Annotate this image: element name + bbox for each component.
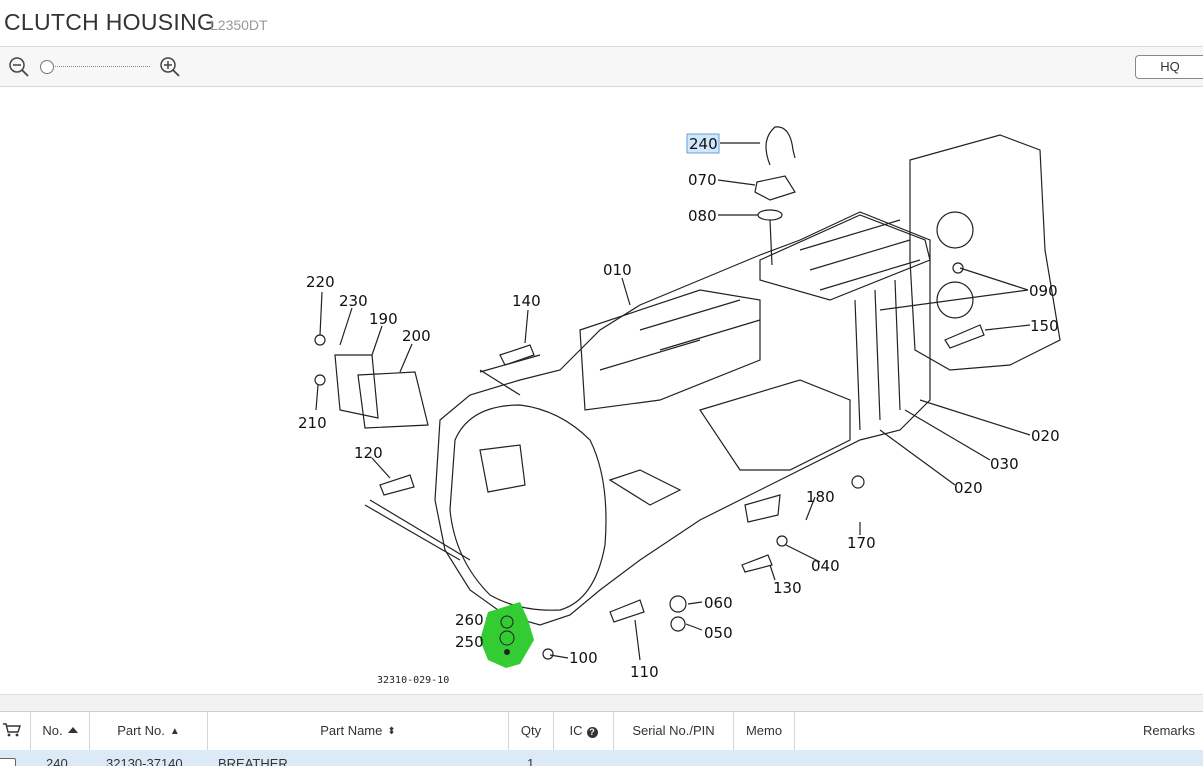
- callout-220[interactable]: 220: [306, 273, 335, 291]
- callout-180[interactable]: 180: [806, 488, 835, 506]
- callout-030[interactable]: 030: [990, 455, 1019, 473]
- callout-070[interactable]: 070: [688, 171, 717, 189]
- callout-080[interactable]: 080: [688, 207, 717, 225]
- callout-110[interactable]: 110: [630, 663, 659, 681]
- column-qty[interactable]: Qty: [509, 712, 554, 750]
- callout-060[interactable]: 060: [704, 594, 733, 612]
- parts-diagram[interactable]: 240 070 080 010 220 230 190 200 140 090 …: [0, 87, 1203, 694]
- model-label: L2350DT: [210, 17, 268, 33]
- callout-260[interactable]: 260: [455, 611, 484, 629]
- column-remarks[interactable]: Remarks: [795, 712, 1195, 750]
- zoom-slider[interactable]: [40, 60, 150, 74]
- row-qty: 1: [527, 756, 535, 766]
- help-icon[interactable]: ?: [586, 727, 598, 738]
- zoom-out-icon[interactable]: [8, 56, 30, 78]
- column-part-no[interactable]: Part No. ▲: [90, 712, 208, 750]
- selected-part-highlight[interactable]: [480, 602, 534, 668]
- callout-190[interactable]: 190: [369, 310, 398, 328]
- sort-ascending-icon: [67, 727, 78, 733]
- callout-230[interactable]: 230: [339, 292, 368, 310]
- column-qty-label: Qty: [520, 723, 542, 738]
- sort-icon: ▲: [169, 726, 180, 737]
- column-no-label: No.: [42, 723, 63, 738]
- column-part-no-label: Part No.: [117, 723, 165, 738]
- callout-050[interactable]: 050: [704, 624, 733, 642]
- drawing-number: 32310-029-10: [377, 675, 449, 686]
- zoom-in-icon[interactable]: [159, 56, 181, 78]
- column-memo-label: Memo: [745, 723, 783, 738]
- cart-icon[interactable]: [3, 723, 21, 737]
- hq-button[interactable]: HQ: [1135, 55, 1203, 79]
- callout-250[interactable]: 250: [455, 633, 484, 651]
- callout-210[interactable]: 210: [298, 414, 327, 432]
- callout-100[interactable]: 100: [569, 649, 598, 667]
- callout-200[interactable]: 200: [402, 327, 431, 345]
- zoom-slider-track: [40, 66, 150, 69]
- title-bar: CLUTCH HOUSING L2350DT: [0, 0, 1203, 47]
- row-part-name: BREATHER: [218, 756, 288, 766]
- column-ic[interactable]: IC?: [554, 712, 614, 750]
- callout-170[interactable]: 170: [847, 534, 876, 552]
- callout-040[interactable]: 040: [811, 557, 840, 575]
- callout-120[interactable]: 120: [354, 444, 383, 462]
- column-remarks-label: Remarks: [1142, 723, 1195, 738]
- column-no[interactable]: No.: [31, 712, 90, 750]
- column-part-name[interactable]: Part Name ⬍: [208, 712, 509, 750]
- row-checkbox[interactable]: [0, 758, 16, 766]
- sort-icon: ⬍: [387, 726, 396, 737]
- exploded-view-drawing: 240 070 080 010 220 230 190 200 140 090 …: [298, 126, 1061, 686]
- callout-130[interactable]: 130: [773, 579, 802, 597]
- callout-150[interactable]: 150: [1030, 317, 1059, 335]
- column-serial-label: Serial No./PIN: [632, 723, 715, 738]
- zoom-slider-handle[interactable]: [40, 60, 54, 74]
- column-ic-label: IC: [569, 723, 583, 738]
- callout-020-upper[interactable]: 020: [1031, 427, 1060, 445]
- column-part-name-label: Part Name: [320, 723, 383, 738]
- callout-020-lower[interactable]: 020: [954, 479, 983, 497]
- diagram-toolbar: HQ: [0, 47, 1203, 87]
- row-part-no[interactable]: 32130-37140: [106, 756, 183, 766]
- page-title: CLUTCH HOUSING: [4, 9, 216, 35]
- callout-140[interactable]: 140: [512, 292, 541, 310]
- callout-240[interactable]: 240: [689, 135, 718, 153]
- column-memo[interactable]: Memo: [734, 712, 795, 750]
- cart-column-header[interactable]: [0, 712, 31, 750]
- callout-090[interactable]: 090: [1029, 282, 1058, 300]
- table-separator: [0, 694, 1203, 712]
- table-row[interactable]: 240 32130-37140 BREATHER 1: [0, 750, 1203, 766]
- column-serial[interactable]: Serial No./PIN: [614, 712, 734, 750]
- row-no: 240: [46, 756, 68, 766]
- parts-table-header: No. Part No. ▲ Part Name ⬍ Qty IC? Serial …: [0, 711, 1203, 751]
- callout-010[interactable]: 010: [603, 261, 632, 279]
